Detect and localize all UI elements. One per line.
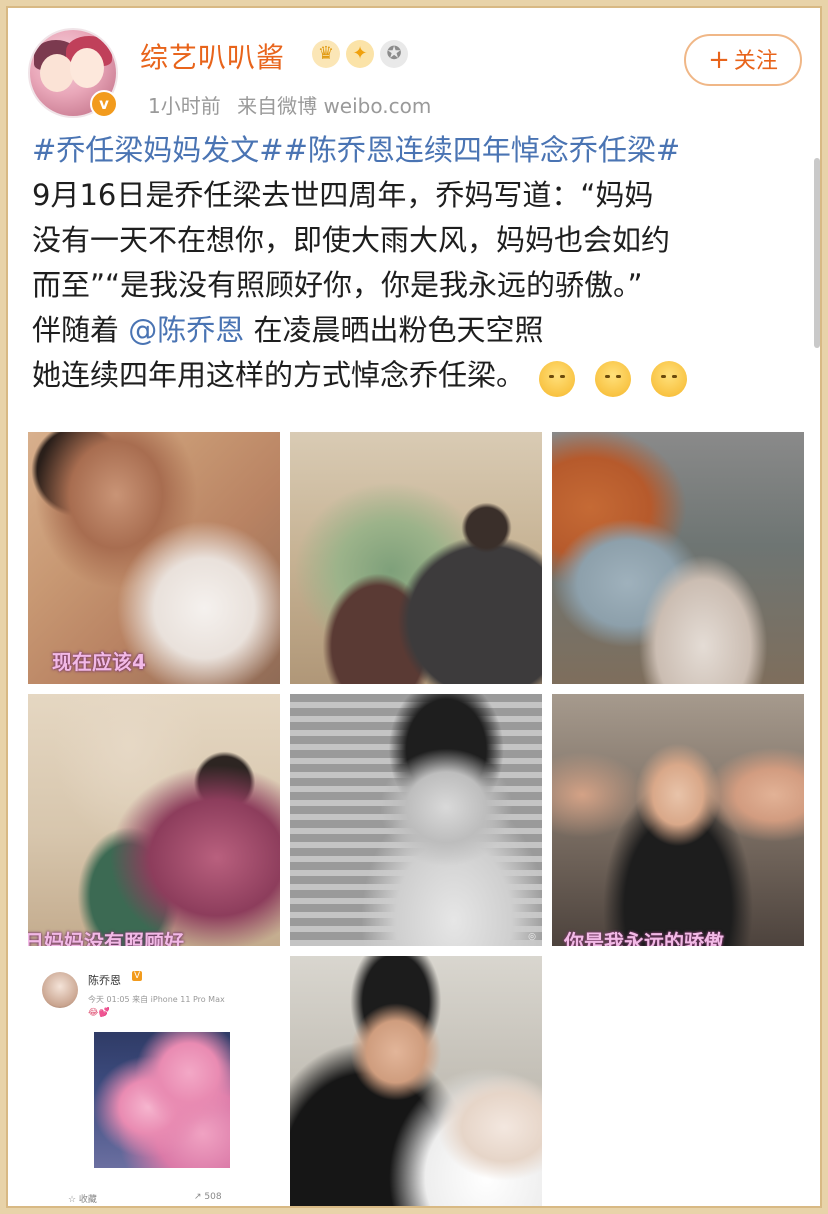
photo-thumbnail[interactable] xyxy=(552,432,804,684)
photo-caption: 日妈妈没有照顾好 xyxy=(28,930,184,946)
mini-share-count: ↗ 508 xyxy=(194,1192,222,1202)
photo-thumbnail[interactable] xyxy=(290,432,542,684)
emoji-icon xyxy=(651,360,688,397)
photo-thumbnail[interactable]: ◎ xyxy=(290,694,542,946)
mini-emojis: 😂💕 xyxy=(88,1008,110,1018)
post-text-segment: 伴随着 xyxy=(32,313,129,347)
mini-vip-badge: V xyxy=(132,971,143,981)
mention-link[interactable]: @陈乔恩 xyxy=(128,313,244,347)
post-text-segment: 她连续四年用这样的方式悼念乔任梁。 xyxy=(32,358,526,392)
post-time: 1小时前 xyxy=(148,94,221,118)
post-line: 她连续四年用这样的方式悼念乔任梁。 xyxy=(32,353,802,400)
post-text: #乔任梁妈妈发文##陈乔恩连续四年悼念乔任梁# 9月16日是乔任梁去世四周年，乔… xyxy=(32,128,802,400)
follow-button[interactable]: + 关注 xyxy=(684,34,802,86)
photo-thumbnail[interactable]: 现在应该4 xyxy=(28,432,280,684)
photo-caption: 你是我永远的骄傲 xyxy=(564,930,724,946)
post-source: 来自微博 weibo.com xyxy=(237,94,432,118)
post-line: 伴随着 @陈乔恩 在凌晨晒出粉色天空照 xyxy=(32,308,802,353)
photo-caption: 现在应该4 xyxy=(52,650,146,674)
post-line: 而至”“是我没有照顾好你，你是我永远的骄傲。” xyxy=(32,268,643,302)
user-badges: ♛ ✦ ✪ xyxy=(312,40,408,68)
post-line: 9月16日是乔任梁去世四周年，乔妈写道：“妈妈 xyxy=(32,178,654,212)
medal-icon[interactable]: ✪ xyxy=(380,40,408,68)
emoji-icon xyxy=(595,360,632,397)
plus-icon: + xyxy=(708,45,730,75)
post-line: 没有一天不在想你，即使大雨大风，妈妈也会如约 xyxy=(32,223,671,257)
weibo-post-card: v 综艺叭叭酱 ♛ ✦ ✪ 1小时前 来自微博 weibo.com + 关注 #乔… xyxy=(6,6,822,1208)
lightbulb-icon[interactable]: ✦ xyxy=(346,40,374,68)
hashtag-link[interactable]: #乔任梁妈妈发文##陈乔恩连续四年悼念乔任梁# xyxy=(32,128,802,173)
emoji-icon xyxy=(539,360,576,397)
emoji-row xyxy=(539,355,707,400)
crown-icon[interactable]: ♛ xyxy=(312,40,340,68)
watermark-icon: ◎ xyxy=(528,932,536,942)
follow-label: 关注 xyxy=(733,49,778,74)
photo-thumbnail[interactable]: 陈乔恩 V 今天 01:05 来自 iPhone 11 Pro Max 😂💕 ☆… xyxy=(28,956,280,1206)
post-meta: 1小时前 来自微博 weibo.com xyxy=(148,90,441,119)
scrollbar[interactable] xyxy=(814,158,820,348)
mini-favorite: ☆ 收藏 xyxy=(68,1195,97,1205)
mini-meta: 今天 01:05 来自 iPhone 11 Pro Max xyxy=(88,995,225,1004)
photo-thumbnail[interactable]: 你是我永远的骄傲 xyxy=(552,694,804,946)
mini-username: 陈乔恩 xyxy=(88,974,121,987)
username[interactable]: 综艺叭叭酱 xyxy=(140,36,285,76)
mini-avatar xyxy=(42,972,78,1008)
pink-sky-photo xyxy=(94,1032,230,1168)
photo-thumbnail[interactable]: 日妈妈没有照顾好 xyxy=(28,694,280,946)
photo-thumbnail[interactable] xyxy=(290,956,542,1206)
post-text-segment: 在凌晨晒出粉色天空照 xyxy=(244,313,544,347)
verified-icon: v xyxy=(90,90,118,118)
